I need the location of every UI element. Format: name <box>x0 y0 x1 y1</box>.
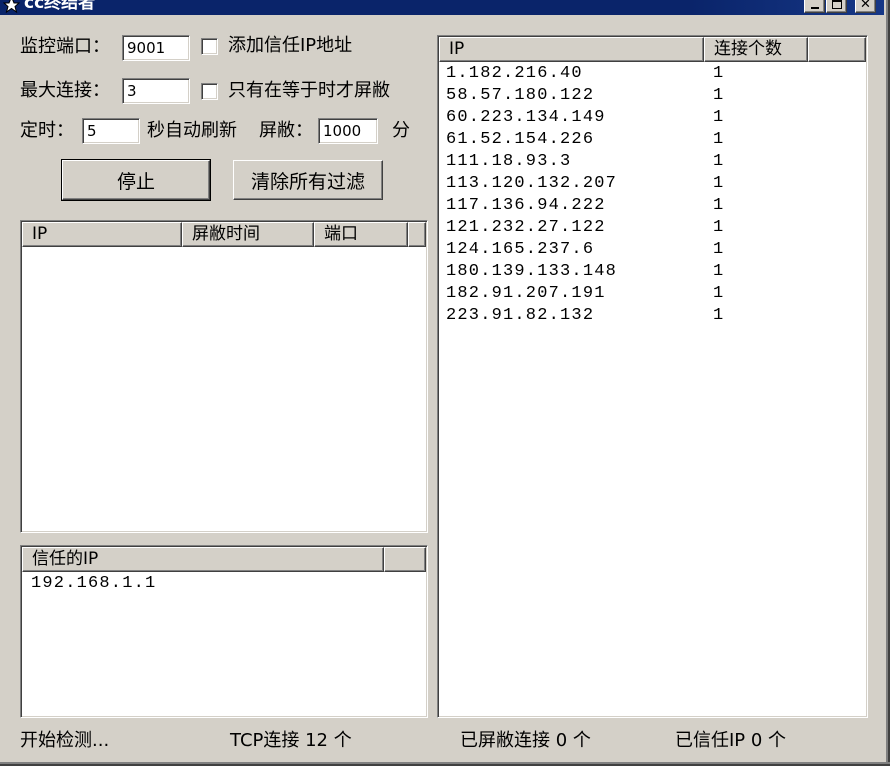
list-item[interactable]: 117.136.94.222 1 <box>439 195 866 217</box>
close-button[interactable]: ✕ <box>855 0 876 13</box>
trusted-list-body[interactable]: 192.168.1.1 <box>22 572 426 595</box>
list-item[interactable]: 223.91.82.132 1 <box>439 305 866 327</box>
connection-ip: 111.18.93.3 <box>446 152 572 171</box>
connection-count: 1 <box>713 86 725 105</box>
list-item[interactable]: 111.18.93.3 1 <box>439 151 866 173</box>
connection-count: 1 <box>713 306 725 325</box>
minutes-label: 分 <box>392 120 410 141</box>
window-title: cc终结者 <box>24 0 96 13</box>
connections-list[interactable]: IP 连接个数 1.182.216.40 1 58.57.180.122 1 60.22… <box>437 35 868 718</box>
list-item[interactable]: 121.232.27.122 1 <box>439 217 866 239</box>
list-item[interactable]: 61.52.154.226 1 <box>439 129 866 151</box>
list-item[interactable]: 113.120.132.207 1 <box>439 173 866 195</box>
list-item[interactable]: 60.223.134.149 1 <box>439 107 866 129</box>
connection-ip: 124.165.237.6 <box>446 240 595 259</box>
connections-list-body[interactable]: 1.182.216.40 1 58.57.180.122 1 60.223.134.14… <box>439 62 866 327</box>
connection-ip: 121.232.27.122 <box>446 218 606 237</box>
list-item[interactable]: 1.182.216.40 1 <box>439 63 866 85</box>
connection-ip: 61.52.154.226 <box>446 130 595 149</box>
maximize-icon <box>831 0 842 9</box>
status-tcp-connections: TCP连接 12 个 <box>230 730 352 751</box>
max-connections-label: 最大连接： <box>20 80 110 101</box>
list-item[interactable]: 124.165.237.6 1 <box>439 239 866 261</box>
block-only-equal-checkbox[interactable] <box>201 83 218 100</box>
blocked-list[interactable]: IP 屏敝时间 端口 <box>20 220 428 533</box>
trusted-list-header: 信任的IP <box>22 547 426 572</box>
column-header-connection-count[interactable]: 连接个数 <box>704 37 808 62</box>
connection-count: 1 <box>713 64 725 83</box>
trust-ip-checkbox-label[interactable]: 添加信任IP地址 <box>228 33 352 59</box>
column-header-ip[interactable]: IP <box>22 222 182 247</box>
connection-count: 1 <box>713 108 725 127</box>
maximize-button[interactable] <box>826 0 847 13</box>
connection-ip: 60.223.134.149 <box>446 108 606 127</box>
window-frame-right <box>886 0 890 766</box>
blocked-list-header: IP 屏敝时间 端口 <box>22 222 426 247</box>
column-header-filler <box>408 222 426 247</box>
blocked-list-body[interactable] <box>22 247 426 248</box>
timer-label: 定时： <box>20 120 74 141</box>
connection-ip: 58.57.180.122 <box>446 86 595 105</box>
connections-list-header: IP 连接个数 <box>439 37 866 62</box>
list-item[interactable]: 180.139.133.148 1 <box>439 261 866 283</box>
connection-count: 1 <box>713 174 725 193</box>
trusted-ip: 192.168.1.1 <box>31 574 157 593</box>
block-duration-label: 屏敝： <box>259 120 313 141</box>
connection-count: 1 <box>713 196 725 215</box>
app-icon <box>2 0 21 14</box>
column-header-ip[interactable]: IP <box>439 37 704 62</box>
connection-ip: 1.182.216.40 <box>446 64 583 83</box>
connection-count: 1 <box>713 262 725 281</box>
minimize-icon <box>810 7 819 9</box>
column-header-port[interactable]: 端口 <box>314 222 408 247</box>
trusted-list[interactable]: 信任的IP 192.168.1.1 <box>20 545 428 718</box>
list-item[interactable]: 58.57.180.122 1 <box>439 85 866 107</box>
connection-ip: 180.139.133.148 <box>446 262 618 281</box>
window-frame-bottom <box>0 762 890 766</box>
clear-filters-button[interactable]: 清除所有过滤 <box>233 160 383 200</box>
connection-count: 1 <box>713 218 725 237</box>
close-icon: ✕ <box>860 0 871 12</box>
list-item[interactable]: 182.91.207.191 1 <box>439 283 866 305</box>
port-label: 监控端口： <box>20 36 110 57</box>
connection-ip: 223.91.82.132 <box>446 306 595 325</box>
title-bar[interactable]: cc终结者 ✕ <box>0 0 884 15</box>
stop-button[interactable]: 停止 <box>61 159 211 201</box>
max-connections-input[interactable] <box>122 78 190 104</box>
column-header-trusted-ip[interactable]: 信任的IP <box>22 547 384 572</box>
connection-count: 1 <box>713 240 725 259</box>
block-duration-input[interactable] <box>318 118 378 144</box>
connection-ip: 182.91.207.191 <box>446 284 606 303</box>
column-header-block-time[interactable]: 屏敝时间 <box>182 222 314 247</box>
column-header-filler <box>808 37 866 62</box>
list-item[interactable]: 192.168.1.1 <box>22 573 426 595</box>
connection-count: 1 <box>713 152 725 171</box>
auto-refresh-label: 秒自动刷新 <box>147 120 237 141</box>
timer-input[interactable] <box>82 118 140 144</box>
status-detecting: 开始检测... <box>20 730 110 751</box>
minimize-button[interactable] <box>804 0 825 13</box>
connection-count: 1 <box>713 284 725 303</box>
connection-ip: 113.120.132.207 <box>446 174 618 193</box>
trust-ip-checkbox[interactable] <box>201 38 218 55</box>
block-only-equal-checkbox-label[interactable]: 只有在等于时才屏敝 <box>228 78 390 104</box>
connection-count: 1 <box>713 130 725 149</box>
port-input[interactable] <box>122 35 190 61</box>
status-blocked-connections: 已屏敝连接 0 个 <box>460 730 591 751</box>
connection-ip: 117.136.94.222 <box>446 196 606 215</box>
column-header-filler <box>384 547 426 572</box>
status-trusted-ips: 已信任IP 0 个 <box>675 730 787 751</box>
